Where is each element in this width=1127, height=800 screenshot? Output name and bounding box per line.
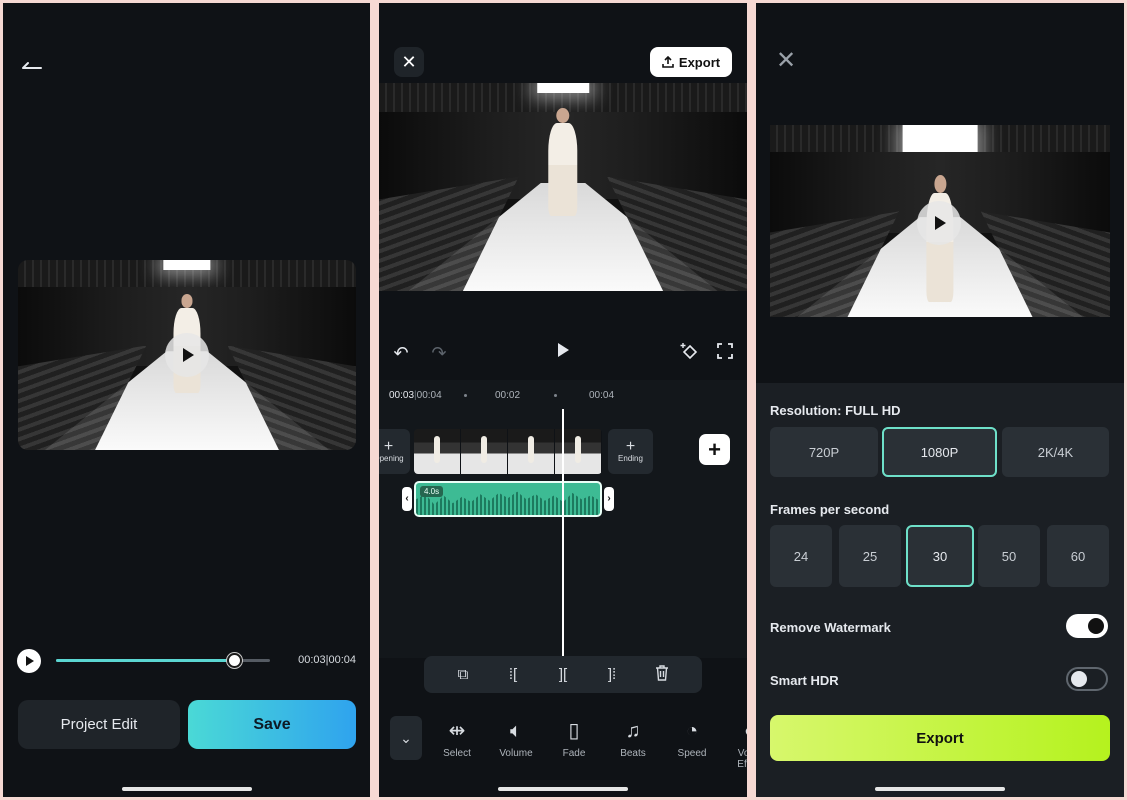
video-preview[interactable] — [770, 125, 1110, 317]
keyframe-icon[interactable] — [677, 341, 701, 365]
voice-effect-icon: ◐ — [726, 718, 747, 744]
smart-hdr-label: Smart HDR — [770, 673, 839, 688]
add-ending-button[interactable]: + Ending — [608, 429, 653, 474]
fullscreen-icon[interactable] — [713, 341, 737, 365]
home-indicator — [875, 787, 1005, 791]
playhead[interactable] — [562, 409, 564, 658]
progress-slider[interactable] — [56, 653, 270, 668]
tool-fade[interactable]: ▯ Fade — [550, 718, 598, 759]
close-button[interactable]: ✕ — [394, 47, 424, 77]
progress-fill — [56, 659, 234, 662]
tool-speed[interactable]: ◔ Speed — [668, 718, 716, 759]
video-clip[interactable] — [414, 429, 602, 474]
split-icon[interactable]: ][ — [553, 665, 573, 685]
export-button[interactable]: Export — [770, 715, 1110, 761]
play-button[interactable] — [17, 649, 41, 673]
volume-icon: 🔈︎ — [510, 720, 522, 742]
remove-watermark-label: Remove Watermark — [770, 620, 891, 635]
play-icon[interactable] — [551, 341, 575, 365]
ruler-mark: 00:02 — [495, 390, 521, 401]
fps-option-25[interactable]: 25 — [839, 525, 901, 587]
project-edit-button[interactable]: Project Edit — [18, 700, 180, 749]
fade-icon: ▯ — [568, 720, 580, 742]
ruler-mark: 00:04 — [589, 390, 615, 401]
preview-screen: 00:03|00:04 Project Edit Save — [3, 3, 370, 797]
upload-icon — [662, 56, 674, 68]
duplicate-icon[interactable]: ⧉ — [453, 665, 473, 685]
export-settings-screen: ✕ Resolution: FULL HD 720P 1080P 2K/4K F… — [756, 3, 1124, 797]
home-indicator — [121, 787, 252, 791]
audio-trim-left-handle[interactable]: ‹ — [402, 487, 412, 511]
fps-option-24[interactable]: 24 — [770, 525, 832, 587]
collapse-button[interactable]: ⌄ — [390, 716, 422, 760]
tool-voice-effect[interactable]: ◐ Voice Effect — [726, 718, 747, 770]
undo-icon[interactable]: ↶ — [389, 341, 413, 365]
add-opening-button[interactable]: +Opening — [379, 429, 410, 474]
resolution-option-2k4k[interactable]: 2K/4K — [1002, 427, 1109, 477]
progress-knob[interactable] — [226, 653, 242, 668]
tool-select[interactable]: ⇹ Select — [433, 718, 481, 759]
fps-option-50[interactable]: 50 — [978, 525, 1040, 587]
smart-hdr-toggle[interactable] — [1066, 667, 1108, 691]
resolution-label: Resolution: FULL HD — [770, 403, 901, 418]
resolution-option-720p[interactable]: 720P — [770, 427, 878, 477]
video-preview[interactable] — [18, 260, 356, 450]
remove-watermark-toggle[interactable] — [1066, 614, 1108, 638]
timeline-current-time: 00:03|00:04 — [389, 390, 442, 401]
audio-duration-badge: 4.0s — [420, 486, 444, 497]
video-play-icon[interactable] — [917, 201, 961, 245]
resolution-option-1080p[interactable]: 1080P — [882, 427, 997, 477]
fps-label: Frames per second — [770, 502, 890, 517]
export-button[interactable]: Export — [650, 47, 732, 77]
close-icon: ✕ — [401, 51, 417, 72]
redo-icon[interactable]: ↷ — [427, 341, 451, 365]
back-arrow-icon[interactable] — [21, 53, 45, 73]
delete-icon[interactable] — [652, 665, 672, 685]
fps-option-30[interactable]: 30 — [906, 525, 974, 587]
audio-trim-right-handle[interactable]: › — [604, 487, 614, 511]
trim-start-icon[interactable]: ⁞[ — [503, 665, 523, 685]
tool-beats[interactable]: ♫ Beats — [609, 718, 657, 759]
save-button[interactable]: Save — [188, 700, 356, 749]
home-indicator — [498, 787, 628, 791]
editor-screen: ✕ Export ↶ ↷ 00:03|00:04 00:02 00:04 +Op… — [379, 3, 747, 797]
beats-icon: ♫ — [625, 720, 641, 742]
fps-option-60[interactable]: 60 — [1047, 525, 1109, 587]
select-icon: ⇹ — [448, 720, 466, 742]
trim-end-icon[interactable]: ]⁞ — [602, 665, 622, 685]
add-track-button[interactable]: + — [699, 434, 730, 465]
chevron-down-icon: ⌄ — [400, 730, 412, 746]
clip-edit-bar: ⧉ ⁞[ ][ ]⁞ — [424, 656, 702, 693]
export-label: Export — [678, 54, 721, 70]
close-icon[interactable]: ✕ — [774, 49, 798, 73]
tool-volume[interactable]: 🔈︎ Volume — [492, 718, 540, 759]
speed-icon: ◔ — [685, 720, 699, 742]
audio-clip[interactable]: 4.0s — [414, 481, 602, 517]
video-play-icon[interactable] — [165, 333, 209, 377]
time-readout: 00:03|00:04 — [298, 654, 356, 666]
bottom-toolbar: ⌄ ⇹ Select 🔈︎ Volume ▯ Fade ♫ Beats ◔ Sp… — [379, 706, 747, 797]
timeline[interactable]: 00:03|00:04 00:02 00:04 +Opening +Ending… — [379, 380, 747, 658]
audio-waveform — [416, 491, 600, 515]
video-preview[interactable] — [379, 83, 747, 291]
